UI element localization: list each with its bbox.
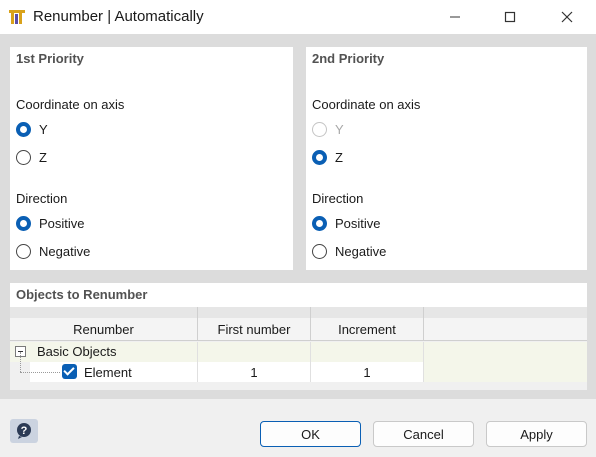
cancel-button[interactable]: Cancel [373, 421, 474, 447]
direction-label: Direction [16, 191, 68, 206]
p1-radio-z-label: Z [39, 149, 47, 165]
direction-label: Direction [312, 191, 364, 206]
first-number-cell[interactable]: 1 [198, 365, 310, 380]
table-top-band [10, 307, 587, 318]
close-button[interactable] [544, 0, 590, 34]
tree-line [20, 352, 21, 372]
p2-radio-y: Y [312, 120, 344, 138]
col-header-increment[interactable]: Increment [311, 318, 423, 341]
minimize-button[interactable] [432, 0, 478, 34]
radio-unchecked-icon[interactable] [16, 243, 31, 259]
first-priority-panel: 1st Priority Coordinate on axis Y Z Dire… [10, 47, 293, 270]
p1-radio-positive[interactable]: Positive [16, 214, 85, 232]
p2-radio-positive[interactable]: Positive [312, 214, 381, 232]
cell-separator [423, 342, 424, 362]
element-label: Element [84, 365, 132, 380]
group-label: Basic Objects [37, 344, 117, 359]
radio-unchecked-icon[interactable] [312, 243, 327, 259]
p1-radio-y[interactable]: Y [16, 120, 48, 138]
p2-radio-y-label: Y [335, 121, 344, 137]
apply-button[interactable]: Apply [486, 421, 587, 447]
first-priority-header: 1st Priority [16, 51, 84, 66]
p2-radio-z-label: Z [335, 149, 343, 165]
cell-separator [310, 342, 311, 362]
minimize-icon [450, 16, 460, 18]
radio-unchecked-icon[interactable] [16, 149, 31, 165]
radio-checked-icon[interactable] [16, 215, 31, 231]
p2-radio-negative-label: Negative [335, 243, 387, 259]
objects-header: Objects to Renumber [10, 283, 587, 307]
second-priority-panel: 2nd Priority Coordinate on axis Y Z Dire… [306, 47, 587, 270]
p2-radio-positive-label: Positive [335, 215, 381, 231]
help-icon: ? [17, 423, 31, 439]
close-icon [561, 11, 573, 23]
svg-text:?: ? [21, 425, 28, 437]
p1-radio-y-label: Y [39, 121, 48, 137]
objects-to-renumber-panel: Objects to Renumber Renumber First numbe… [10, 283, 587, 390]
col-header-first-number[interactable]: First number [198, 318, 310, 341]
coordinate-axis-label: Coordinate on axis [312, 97, 421, 112]
app-icon [9, 10, 25, 24]
dialog-footer: ? OK Cancel Apply [0, 399, 596, 457]
col-separator [423, 307, 424, 341]
p1-radio-negative[interactable]: Negative [16, 242, 90, 260]
window-title: Renumber | Automatically [33, 8, 204, 25]
col-separator [197, 307, 198, 341]
p1-radio-z[interactable]: Z [16, 148, 47, 166]
cell-separator [197, 342, 198, 362]
maximize-button[interactable] [487, 0, 533, 34]
p2-radio-z[interactable]: Z [312, 148, 343, 166]
dialog-body: 1st Priority Coordinate on axis Y Z Dire… [0, 34, 596, 399]
increment-cell[interactable]: 1 [311, 365, 423, 380]
col-separator [310, 307, 311, 341]
radio-checked-icon[interactable] [312, 149, 327, 165]
second-priority-header: 2nd Priority [312, 51, 385, 66]
p1-radio-positive-label: Positive [39, 215, 85, 231]
radio-checked-icon[interactable] [312, 215, 327, 231]
table-row-group[interactable]: Basic Objects [10, 342, 587, 362]
ok-button[interactable]: OK [260, 421, 361, 447]
radio-checked-icon[interactable] [16, 121, 31, 137]
col-header-empty [424, 318, 587, 341]
objects-header-title: Objects to Renumber [16, 287, 148, 302]
help-button[interactable]: ? [10, 419, 38, 443]
p2-radio-negative[interactable]: Negative [312, 242, 386, 260]
empty-cell [424, 362, 587, 382]
maximize-icon [504, 11, 516, 23]
checkbox-checked-icon[interactable] [62, 364, 77, 379]
tree-line [20, 372, 60, 373]
title-bar: Renumber | Automatically [0, 0, 596, 34]
radio-disabled-icon [312, 121, 327, 137]
coordinate-axis-label: Coordinate on axis [16, 97, 125, 112]
p1-radio-negative-label: Negative [39, 243, 91, 259]
table-row[interactable]: Element 1 1 [20, 352, 587, 382]
col-header-renumber[interactable]: Renumber [10, 318, 197, 341]
